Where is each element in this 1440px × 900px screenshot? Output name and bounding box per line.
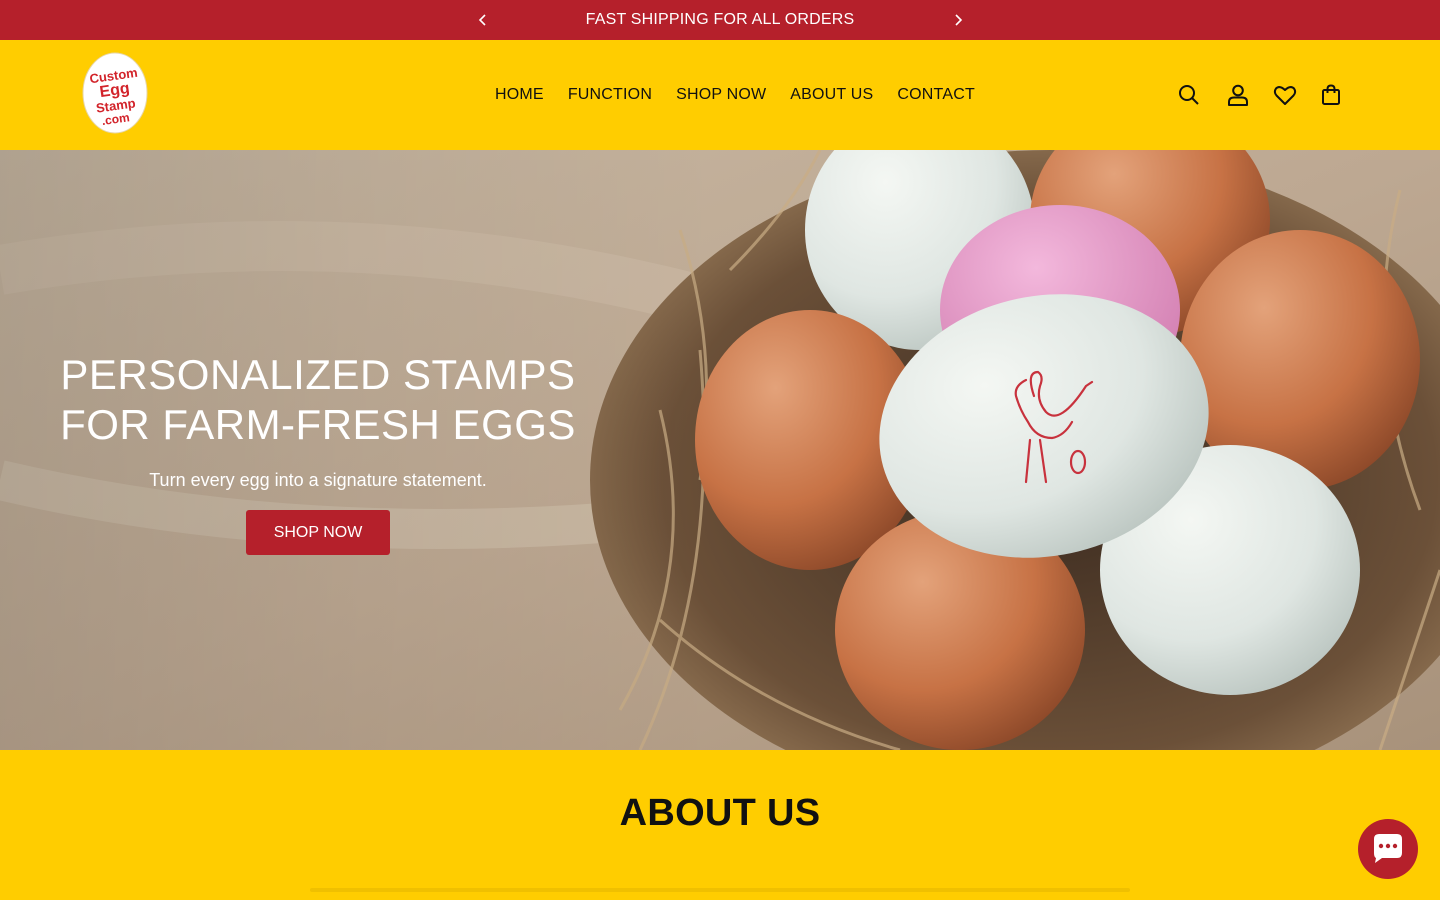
about-text-fade (310, 888, 1130, 892)
chevron-right-icon[interactable] (946, 8, 970, 32)
hero-content: PERSONALIZED STAMPS FOR FARM-FRESH EGGS … (60, 350, 576, 555)
wishlist-icon[interactable] (1272, 82, 1298, 108)
nav-shop-now[interactable]: SHOP NOW (676, 86, 766, 104)
announcement-bar: FAST SHIPPING FOR ALL ORDERS (0, 0, 1440, 40)
about-section: ABOUT US (0, 750, 1440, 900)
site-logo[interactable]: Custom Egg Stamp .com (82, 52, 148, 134)
about-heading: ABOUT US (619, 792, 821, 834)
nav-function[interactable]: FUNCTION (568, 86, 652, 104)
chat-button[interactable] (1358, 819, 1418, 879)
announcement-text: FAST SHIPPING FOR ALL ORDERS (585, 11, 855, 28)
site-header: Custom Egg Stamp .com HOME FUNCTION SHOP… (0, 40, 1440, 150)
hero-title-line-2: FOR FARM-FRESH EGGS (60, 401, 576, 448)
search-icon[interactable] (1176, 82, 1202, 108)
hero-title-line-1: PERSONALIZED STAMPS (60, 351, 576, 398)
hero-banner: PERSONALIZED STAMPS FOR FARM-FRESH EGGS … (0, 150, 1440, 750)
hero-subtitle: Turn every egg into a signature statemen… (149, 470, 487, 490)
hero-title: PERSONALIZED STAMPS FOR FARM-FRESH EGGS (60, 350, 576, 450)
main-nav: HOME FUNCTION SHOP NOW ABOUT US CONTACT (495, 40, 975, 150)
nav-home[interactable]: HOME (495, 86, 544, 104)
nav-about-us[interactable]: ABOUT US (790, 86, 873, 104)
nav-contact[interactable]: CONTACT (897, 86, 975, 104)
hero-shop-now-button[interactable]: SHOP NOW (246, 510, 390, 555)
account-icon[interactable] (1225, 82, 1251, 108)
cart-icon[interactable] (1318, 82, 1344, 108)
chat-icon (1374, 834, 1402, 863)
